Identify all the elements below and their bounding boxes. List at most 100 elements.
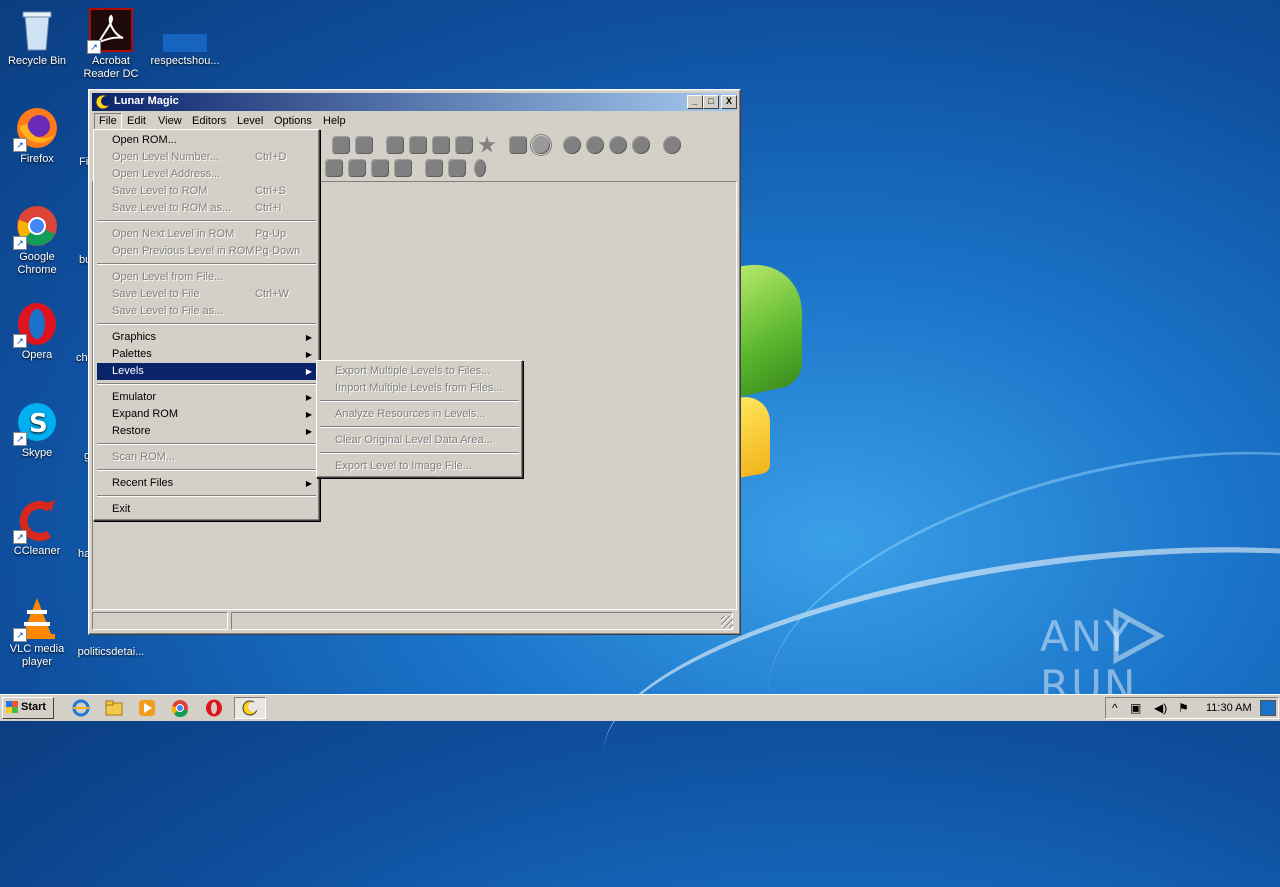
menu-separator (97, 469, 316, 471)
toolbar-button[interactable] (474, 159, 486, 177)
shortcut-arrow-icon: ↗ (13, 138, 27, 152)
shortcut-arrow-icon: ↗ (87, 40, 101, 54)
maximize-button[interactable]: □ (703, 95, 719, 109)
close-button[interactable]: X (721, 95, 737, 109)
submenu-arrow-icon: ▶ (305, 350, 312, 359)
volume-icon[interactable]: ◀) (1154, 701, 1167, 715)
toolbar-button[interactable] (325, 159, 343, 177)
lunar-magic-icon (95, 94, 111, 110)
chrome-icon[interactable] (171, 699, 189, 718)
toolbar-button[interactable] (348, 159, 366, 177)
desktop-icon-label: CCleaner (13, 545, 61, 557)
file-explorer-icon[interactable] (105, 699, 123, 717)
menu-item-open-previous-level[interactable]: Open Previous Level in ROM Pg-Down (97, 243, 316, 260)
menu-item-analyze-resources[interactable]: Analyze Resources in Levels... (320, 406, 519, 423)
resize-grip[interactable] (721, 616, 733, 628)
star-tool-icon[interactable] (478, 136, 496, 153)
menu-options[interactable]: Options (270, 114, 316, 129)
shortcut-arrow-icon: ↗ (13, 530, 27, 544)
toolbar-button[interactable] (371, 159, 389, 177)
desktop-icon-label: Opera (21, 349, 53, 361)
toolbar-button[interactable] (386, 136, 404, 154)
toolbar-button[interactable] (609, 136, 627, 154)
desktop-icon-ccleaner[interactable]: ↗ CCleaner (0, 498, 74, 558)
menu-item-save-level-file-as[interactable]: Save Level to File as... (97, 303, 316, 320)
desktop-icon-recycle-bin[interactable]: Recycle Bin (0, 8, 74, 68)
menu-item-export-multiple-levels[interactable]: Export Multiple Levels to Files... (320, 363, 519, 380)
menu-item-exit[interactable]: Exit (97, 501, 316, 518)
toolbar-button[interactable] (409, 136, 427, 154)
menu-item-save-level-file[interactable]: Save Level to File Ctrl+W (97, 286, 316, 303)
recycle-bin-icon (15, 8, 59, 52)
menu-item-open-level-number[interactable]: Open Level Number... Ctrl+D (97, 149, 316, 166)
menu-level[interactable]: Level (233, 114, 267, 129)
toolbar-button[interactable] (448, 159, 466, 177)
menu-item-palettes[interactable]: Palettes ▶ (97, 346, 316, 363)
menu-item-restore[interactable]: Restore ▶ (97, 423, 316, 440)
taskbar-lunar-magic[interactable] (234, 697, 266, 719)
toolbar-button[interactable] (586, 136, 604, 154)
menu-item-graphics[interactable]: Graphics ▶ (97, 329, 316, 346)
menu-item-import-multiple-levels[interactable]: Import Multiple Levels from Files... (320, 380, 519, 397)
network-icon[interactable]: ▣ (1130, 701, 1141, 715)
menu-editors[interactable]: Editors (188, 114, 230, 129)
toolbar-button[interactable] (425, 159, 443, 177)
menu-item-save-level-rom-as[interactable]: Save Level to ROM as... Ctrl+I (97, 200, 316, 217)
minimize-button[interactable]: _ (687, 95, 703, 109)
menu-item-levels[interactable]: Levels ▶ (97, 363, 316, 380)
action-center-flag-icon[interactable]: ⚑ (1178, 701, 1189, 715)
internet-explorer-icon[interactable] (72, 699, 90, 717)
opera-icon[interactable] (205, 699, 223, 717)
menu-item-open-level-file[interactable]: Open Level from File... (97, 269, 316, 286)
menu-bar: File Edit View Editors Level Options Hel… (92, 112, 737, 130)
menu-separator (97, 495, 316, 497)
toolbar-button[interactable] (509, 136, 527, 154)
desktop-icon-opera[interactable]: ↗ Opera (0, 302, 74, 362)
toolbar-button[interactable] (355, 136, 373, 154)
chrome-icon: ↗ (13, 204, 59, 250)
toolbar-button[interactable] (663, 136, 681, 154)
menu-view[interactable]: View (154, 114, 186, 129)
menu-edit[interactable]: Edit (123, 114, 150, 129)
ccleaner-icon: ↗ (13, 498, 59, 544)
desktop-icon-skype[interactable]: S ↗ Skype (0, 400, 74, 460)
show-desktop-button[interactable] (1260, 700, 1276, 716)
menu-item-emulator[interactable]: Emulator ▶ (97, 389, 316, 406)
toolbar-button[interactable] (530, 134, 552, 156)
desktop-icon-label: ch (76, 352, 88, 364)
tray-expand-icon[interactable]: ^ (1112, 701, 1118, 715)
toolbar-button[interactable] (332, 136, 350, 154)
desktop-icon-firefox[interactable]: ↗ Firefox (0, 106, 74, 166)
menu-item-clear-original-level-data[interactable]: Clear Original Level Data Area... (320, 432, 519, 449)
menu-help[interactable]: Help (319, 114, 350, 129)
menu-separator (97, 383, 316, 385)
toolbar-button[interactable] (432, 136, 450, 154)
menu-file[interactable]: File (94, 113, 122, 130)
menu-item-scan-rom[interactable]: Scan ROM... (97, 449, 316, 466)
menu-item-save-level-rom[interactable]: Save Level to ROM Ctrl+S (97, 183, 316, 200)
toolbar-button[interactable] (563, 136, 581, 154)
menu-item-open-level-address[interactable]: Open Level Address... (97, 166, 316, 183)
desktop-icon-acrobat[interactable]: ↗ Acrobat Reader DC (74, 8, 148, 81)
start-button[interactable]: Start (2, 697, 54, 719)
menu-item-recent-files[interactable]: Recent Files ▶ (97, 475, 316, 492)
menu-item-expand-rom[interactable]: Expand ROM ▶ (97, 406, 316, 423)
toolbar-button[interactable] (394, 159, 412, 177)
vlc-icon: ↗ (13, 596, 59, 642)
desktop-icon-chrome[interactable]: ↗ Google Chrome (0, 204, 74, 277)
acrobat-icon: ↗ (87, 8, 133, 54)
shortcut-arrow-icon: ↗ (13, 334, 27, 348)
menu-item-open-rom[interactable]: Open ROM... (97, 132, 316, 149)
menu-item-export-level-image[interactable]: Export Level to Image File... (320, 458, 519, 475)
windows-logo-icon (6, 701, 18, 713)
opera-icon: ↗ (13, 302, 59, 348)
desktop-icon-vlc[interactable]: ↗ VLC media player (0, 596, 74, 669)
title-bar[interactable]: Lunar Magic _ □ X (92, 93, 737, 111)
toolbar-button[interactable] (455, 136, 473, 154)
desktop-icon-file[interactable]: respectshou... (148, 8, 222, 68)
media-player-icon[interactable] (138, 699, 156, 717)
toolbar-button[interactable] (632, 136, 650, 154)
shortcut-arrow-icon: ↗ (13, 628, 27, 642)
clock[interactable]: 11:30 AM (1206, 702, 1252, 714)
menu-item-open-next-level[interactable]: Open Next Level in ROM Pg-Up (97, 226, 316, 243)
